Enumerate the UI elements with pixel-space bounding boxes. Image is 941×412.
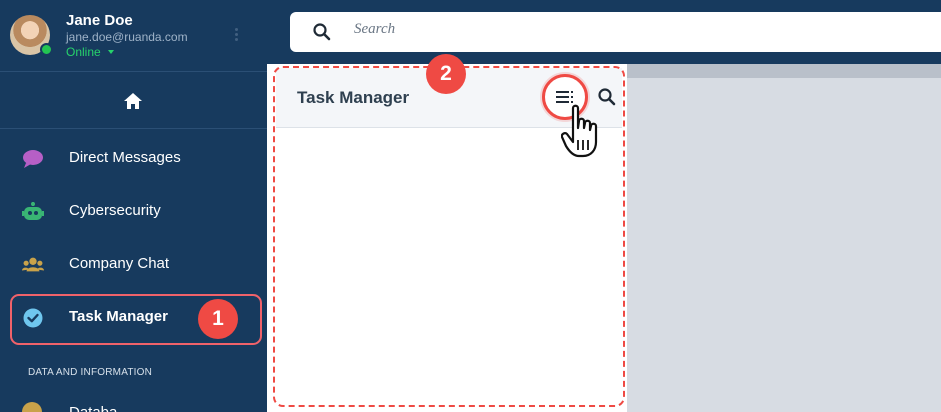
list-menu-icon[interactable] [556,90,576,104]
user-email: jane.doe@ruanda.com [66,30,188,44]
people-icon [22,257,44,272]
sidebar-item-label: Company Chat [69,255,170,272]
home-icon [124,93,142,109]
sidebar-item-label: Cybersecurity [69,202,161,219]
sidebar-item-direct-messages[interactable]: Direct Messages [0,132,267,185]
speech-bubble-icon [23,150,43,168]
hand-pointer-icon [561,104,598,158]
online-status-dot [40,43,53,56]
chevron-down-icon[interactable] [108,50,114,54]
step-badge-2: 2 [426,54,466,94]
search-icon[interactable] [312,22,332,42]
sidebar-item-cybersecurity[interactable]: Cybersecurity [0,185,267,238]
step-badge-1: 1 [198,299,238,339]
home-button[interactable] [0,73,267,129]
content-area-header [627,64,941,78]
sidebar-item-label: Databa [69,404,117,412]
user-profile[interactable]: Jane Doe jane.doe@ruanda.com Online [0,0,267,72]
user-name: Jane Doe [66,12,133,29]
search-input[interactable] [354,21,754,38]
robot-icon [22,202,44,220]
sidebar-item-label: Direct Messages [69,149,181,166]
content-area [627,64,941,412]
more-options-icon[interactable] [233,28,239,44]
user-status-dropdown[interactable]: Online [66,45,101,59]
section-header: DATA AND INFORMATION [28,367,153,378]
sidebar-item-company-chat[interactable]: Company Chat [0,238,267,291]
